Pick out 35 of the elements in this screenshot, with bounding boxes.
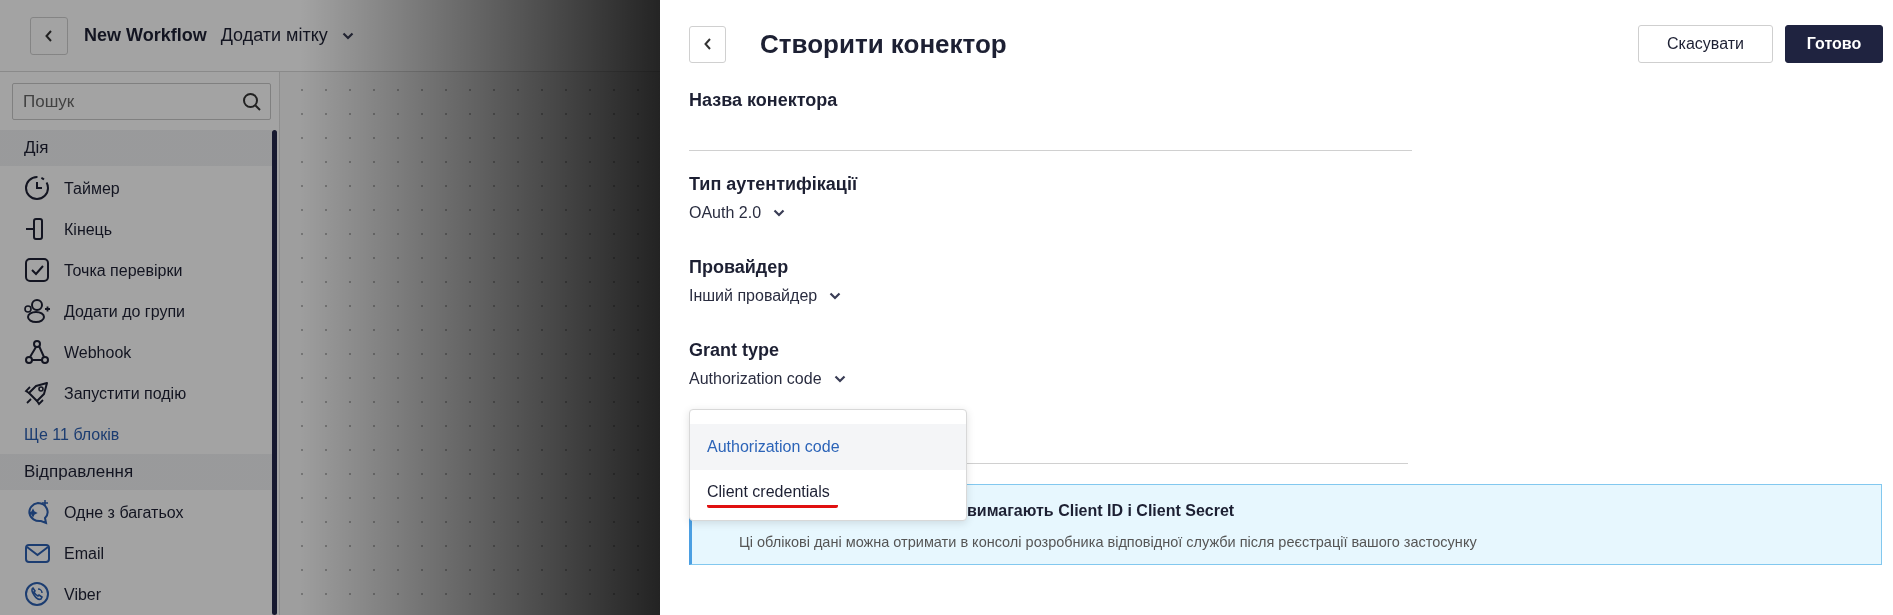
back-button[interactable] [689, 25, 726, 63]
field-label: Провайдер [689, 256, 790, 278]
clock-icon [24, 175, 51, 202]
workflow-title: New Workflow [84, 25, 207, 46]
field-label: Тип аутентифікації [689, 173, 859, 195]
select-dropdown[interactable]: Authorization code [689, 367, 846, 391]
phone-bubble-icon [24, 581, 51, 608]
field-label: Grant type [689, 339, 781, 361]
rocket-icon [24, 380, 51, 407]
chevron-left-icon [44, 28, 54, 43]
add-person-icon [24, 298, 51, 325]
checkbox-icon [24, 257, 51, 284]
scrollbar-thumb[interactable] [272, 130, 277, 615]
back-button[interactable] [30, 16, 68, 55]
add-tag-dropdown[interactable]: Додати мітку [220, 25, 354, 46]
cancel-button[interactable]: Скасувати [1638, 25, 1773, 63]
dropdown-option[interactable]: Authorization code [690, 424, 966, 470]
search-icon [242, 92, 262, 112]
select-dropdown[interactable]: Інший провайдер [689, 284, 842, 308]
info-text: Ці облікові дані можна отримати в консолі розробника відповідної служби після реєстрації вашого застосунку [739, 534, 1477, 550]
chevron-down-icon [829, 292, 842, 300]
chevron-left-icon [702, 37, 713, 51]
search-field[interactable]: Пошук [12, 83, 271, 120]
field-label: Назва конектора [689, 89, 839, 111]
webhook-icon [24, 339, 51, 366]
panel-title: Створити конектор [760, 28, 1008, 60]
select-dropdown[interactable]: OAuth 2.0 [689, 201, 786, 225]
chevron-down-icon [773, 209, 786, 217]
chevron-down-icon [833, 375, 846, 383]
dropdown-option[interactable]: Client credentials [690, 470, 966, 512]
section-header: Відправлення [0, 454, 272, 490]
info-title: вимагають Client ID і Client Secret [967, 502, 1236, 520]
done-button[interactable]: Готово [1785, 25, 1883, 63]
chevron-down-icon [341, 31, 354, 40]
section-header: Дія [0, 130, 272, 166]
